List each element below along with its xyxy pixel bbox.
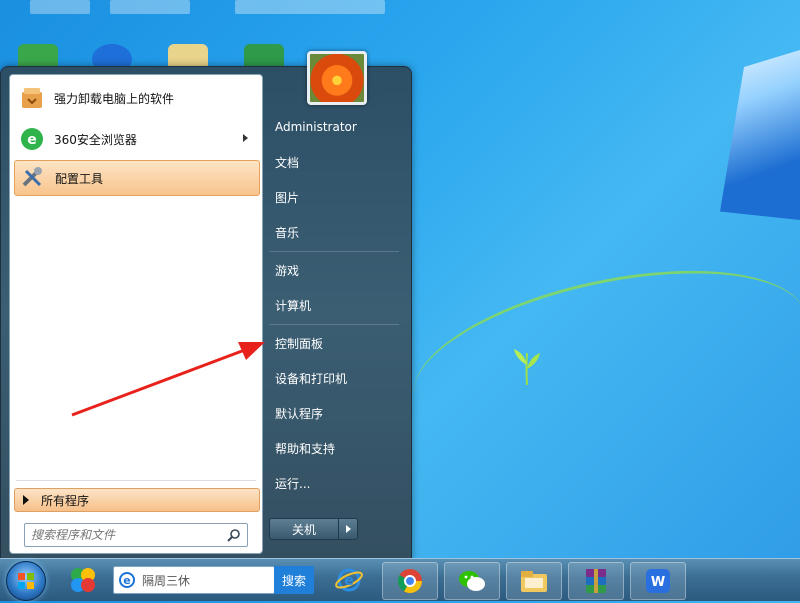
360-ball-icon[interactable] (56, 562, 110, 598)
chevron-right-icon (345, 525, 351, 533)
left-pane-separator (16, 480, 256, 481)
program-uninstall[interactable]: 强力卸载电脑上的软件 (14, 81, 258, 115)
windows-flag-wallpaper (720, 50, 800, 220)
right-pane-separator (269, 324, 399, 325)
windows-logo-icon (18, 573, 34, 589)
program-config-tools[interactable]: 配置工具 (14, 160, 260, 196)
config-tools-icon (19, 164, 47, 192)
right-item-run[interactable]: 运行... (269, 470, 405, 496)
svg-text:W: W (651, 575, 665, 590)
all-programs-label: 所有程序 (41, 493, 90, 508)
right-item-documents[interactable]: 文档 (269, 149, 405, 175)
ie-icon[interactable]: e (322, 562, 376, 598)
svg-text:e: e (344, 573, 354, 589)
user-avatar[interactable] (307, 51, 367, 105)
desktop-top-blurred-text (0, 0, 400, 20)
shutdown-button[interactable]: 关机 (269, 518, 339, 540)
360-browser-icon: e (18, 125, 46, 153)
right-item-user[interactable]: Administrator (269, 114, 405, 140)
wechat-icon[interactable] (444, 562, 500, 600)
ie-small-icon: e (118, 571, 136, 589)
wallpaper-swoosh (398, 240, 800, 473)
right-item-music[interactable]: 音乐 (269, 219, 405, 245)
taskbar-search-box[interactable]: e (113, 566, 275, 594)
taskbar-search-button[interactable]: 搜索 (274, 566, 314, 594)
uninstall-box-icon (18, 84, 46, 112)
start-menu-left-pane: 强力卸载电脑上的软件 e 360安全浏览器 配置工具 所有程序 (9, 74, 263, 554)
program-360-browser[interactable]: e 360安全浏览器 (14, 122, 258, 156)
chrome-icon[interactable] (382, 562, 438, 600)
search-icon[interactable] (227, 528, 241, 542)
winrar-icon[interactable] (568, 562, 624, 600)
start-search-input[interactable] (25, 527, 213, 543)
right-item-help-support[interactable]: 帮助和支持 (269, 435, 405, 461)
right-item-games[interactable]: 游戏 (269, 257, 405, 283)
all-programs-button[interactable]: 所有程序 (14, 488, 260, 512)
all-programs-arrow-icon (23, 495, 29, 505)
start-search-box[interactable] (24, 523, 248, 547)
wps-icon[interactable]: W (630, 562, 686, 600)
program-label: 配置工具 (55, 171, 104, 186)
shutdown-options-button[interactable] (338, 518, 358, 540)
program-label: 强力卸载电脑上的软件 (54, 91, 175, 106)
right-item-default-programs[interactable]: 默认程序 (269, 400, 405, 426)
start-menu: 强力卸载电脑上的软件 e 360安全浏览器 配置工具 所有程序 A (0, 51, 412, 560)
svg-text:e: e (123, 574, 130, 587)
start-orb-button[interactable] (6, 561, 46, 601)
right-item-control-panel[interactable]: 控制面板 (269, 330, 405, 356)
wallpaper-plant-icon (514, 349, 540, 385)
submenu-arrow-icon (243, 134, 248, 142)
right-item-computer[interactable]: 计算机 (269, 292, 405, 318)
right-item-pictures[interactable]: 图片 (269, 184, 405, 210)
right-pane-separator (269, 251, 399, 252)
taskbar: e 搜索 e W (0, 558, 800, 601)
annotation-arrow (71, 342, 265, 417)
right-item-devices-printers[interactable]: 设备和打印机 (269, 365, 405, 391)
program-label: 360安全浏览器 (54, 132, 137, 147)
taskbar-search-input[interactable] (140, 572, 274, 588)
file-explorer-icon[interactable] (506, 562, 562, 600)
svg-text:e: e (27, 132, 37, 148)
